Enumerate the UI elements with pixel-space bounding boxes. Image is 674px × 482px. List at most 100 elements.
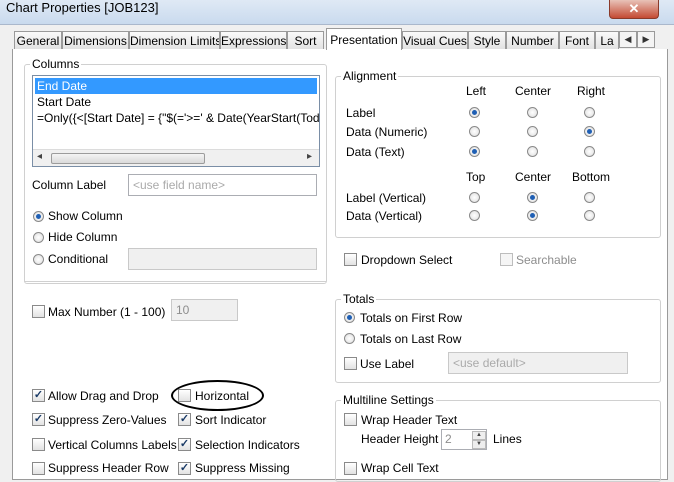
align-header-vcenter: Center	[515, 170, 552, 184]
totals-last-row-radio[interactable]	[344, 333, 355, 344]
suppress-missing-checkbox[interactable]: ✓	[178, 462, 191, 475]
tab-scroll-right-icon[interactable]: ▶	[637, 31, 655, 48]
numeric-left-radio[interactable]	[469, 126, 480, 137]
dropdown-select-checkbox[interactable]	[344, 253, 357, 266]
align-header-center: Center	[515, 84, 552, 98]
columns-list[interactable]: End Date Start Date =Only({<[Start Date]…	[32, 75, 320, 167]
numeric-right-radio[interactable]	[584, 126, 595, 137]
label-center-radio[interactable]	[527, 107, 538, 118]
align-row-label-vertical: Label (Vertical)	[346, 191, 427, 205]
hide-column-label: Hide Column	[48, 230, 118, 244]
tab-layout[interactable]: La	[595, 31, 619, 49]
suppress-header-checkbox[interactable]	[32, 462, 45, 475]
max-number-checkbox[interactable]	[32, 305, 45, 318]
tab-scroll-left-icon[interactable]: ◀	[619, 31, 637, 48]
max-number-input[interactable]: 10	[171, 299, 238, 321]
tab-visual-cues[interactable]: Visual Cues	[402, 31, 468, 49]
align-row-data-numeric: Data (Numeric)	[346, 125, 428, 139]
tab-presentation[interactable]: Presentation	[326, 28, 402, 50]
tab-expressions[interactable]: Expressions	[220, 31, 287, 49]
show-column-radio[interactable]	[33, 211, 44, 222]
list-item[interactable]: End Date	[35, 78, 317, 94]
tab-sort[interactable]: Sort	[287, 31, 324, 49]
sort-indicator-label: Sort Indicator	[195, 413, 267, 427]
sort-indicator-checkbox[interactable]: ✓	[178, 413, 191, 426]
tab-font[interactable]: Font	[559, 31, 595, 49]
wrap-header-checkbox[interactable]	[344, 413, 357, 426]
vlabel-bottom-radio[interactable]	[584, 192, 595, 203]
header-height-label: Header Height	[361, 432, 439, 446]
vertical-labels-checkbox[interactable]	[32, 438, 45, 451]
conditional-label: Conditional	[48, 252, 109, 266]
stepper-up-icon[interactable]: ▲	[472, 431, 486, 440]
vlabel-center-radio[interactable]	[527, 192, 538, 203]
conditional-radio[interactable]	[33, 254, 44, 265]
suppress-missing-label: Suppress Missing	[195, 461, 290, 475]
list-item[interactable]: =Only({<[Start Date] = {"$(='>=' & Date(…	[35, 110, 319, 126]
text-left-radio[interactable]	[469, 146, 480, 157]
column-label-input[interactable]: <use field name>	[128, 174, 317, 196]
totals-first-row-radio[interactable]	[344, 312, 355, 323]
scroll-right-icon[interactable]: ▸	[307, 151, 312, 162]
hide-column-radio[interactable]	[33, 232, 44, 243]
tab-dimensions[interactable]: Dimensions	[62, 31, 129, 49]
lines-label: Lines	[493, 432, 522, 446]
align-header-bottom: Bottom	[572, 170, 611, 184]
selection-indicators-label: Selection Indicators	[195, 438, 300, 452]
vdata-center-radio[interactable]	[527, 210, 538, 221]
max-number-label: Max Number (1 - 100)	[48, 305, 166, 319]
vlabel-top-radio[interactable]	[469, 192, 480, 203]
vdata-bottom-radio[interactable]	[584, 210, 595, 221]
vertical-labels-label: Vertical Columns Labels	[48, 438, 177, 452]
conditional-input[interactable]	[128, 248, 317, 270]
scroll-thumb[interactable]	[51, 153, 205, 164]
annotation-circle	[171, 380, 264, 411]
alignment-group-title: Alignment	[341, 69, 399, 83]
align-row-label: Label	[346, 106, 376, 120]
wrap-cell-label: Wrap Cell Text	[361, 461, 439, 475]
scroll-left-icon[interactable]: ◂	[37, 151, 42, 162]
divider	[24, 281, 326, 282]
align-header-right: Right	[577, 84, 606, 98]
list-item[interactable]: Start Date	[35, 94, 91, 110]
align-row-data-vertical: Data (Vertical)	[346, 209, 423, 223]
searchable-label: Searchable	[516, 253, 577, 267]
suppress-zero-checkbox[interactable]: ✓	[32, 413, 45, 426]
use-label-checkbox[interactable]	[344, 357, 357, 370]
totals-last-row-label: Totals on Last Row	[360, 332, 462, 346]
totals-first-row-label: Totals on First Row	[360, 311, 463, 325]
tab-general[interactable]: General	[14, 31, 62, 49]
vdata-top-radio[interactable]	[469, 210, 480, 221]
align-row-data-text: Data (Text)	[346, 145, 405, 159]
align-header-top: Top	[466, 170, 486, 184]
dropdown-select-label: Dropdown Select	[361, 253, 453, 267]
stepper-down-icon[interactable]: ▼	[472, 440, 486, 449]
suppress-header-label: Suppress Header Row	[48, 461, 169, 475]
selection-indicators-checkbox[interactable]: ✓	[178, 438, 191, 451]
text-right-radio[interactable]	[584, 146, 595, 157]
numeric-center-radio[interactable]	[527, 126, 538, 137]
tab-number[interactable]: Number	[506, 31, 559, 49]
show-column-label: Show Column	[48, 209, 123, 223]
tab-style[interactable]: Style	[468, 31, 506, 49]
label-left-radio[interactable]	[469, 107, 480, 118]
columns-group-title: Columns	[30, 57, 82, 71]
column-label-text: Column Label	[32, 178, 107, 192]
header-height-stepper[interactable]: 2 ▲ ▼	[441, 429, 487, 450]
header-height-value: 2	[445, 432, 452, 446]
window-title: Chart Properties [JOB123]	[6, 0, 159, 15]
allow-drag-drop-checkbox[interactable]: ✓	[32, 389, 45, 402]
align-header-left: Left	[466, 84, 487, 98]
allow-drag-drop-label: Allow Drag and Drop	[48, 389, 159, 403]
text-center-radio[interactable]	[527, 146, 538, 157]
tab-dimension-limits[interactable]: Dimension Limits	[129, 31, 220, 49]
totals-group-title: Totals	[341, 292, 377, 306]
wrap-cell-checkbox[interactable]	[344, 462, 357, 475]
searchable-checkbox[interactable]	[500, 253, 513, 266]
close-button[interactable]: ✕	[609, 0, 659, 19]
label-right-radio[interactable]	[584, 107, 595, 118]
use-label-label: Use Label	[360, 357, 415, 371]
use-label-input[interactable]: <use default>	[448, 352, 628, 374]
columns-hscrollbar[interactable]: ◂ ▸	[33, 149, 319, 166]
suppress-zero-label: Suppress Zero-Values	[48, 413, 167, 427]
